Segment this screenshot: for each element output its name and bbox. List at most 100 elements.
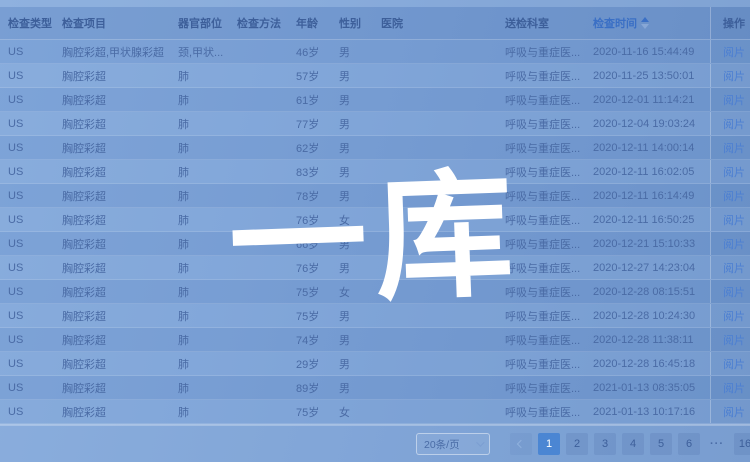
- cell-exam-type: US: [0, 358, 54, 370]
- cell-department: 呼吸与重症医...: [497, 68, 585, 84]
- read-film-link[interactable]: 阅片: [719, 284, 745, 300]
- cell-exam-item: 胸腔彩超: [54, 284, 170, 300]
- table-row: US 胸腔彩超 肺 61岁 男 呼吸与重症医... 2020-12-01 11:…: [0, 88, 750, 112]
- read-film-link[interactable]: 阅片: [719, 212, 745, 228]
- read-film-link[interactable]: 阅片: [719, 140, 745, 156]
- cell-gender: 男: [331, 332, 373, 348]
- cell-action: 阅片: [710, 256, 750, 279]
- cell-gender: 男: [331, 356, 373, 372]
- cell-organ-part: 肺: [170, 236, 229, 252]
- cell-action: 阅片: [710, 328, 750, 351]
- cell-gender: 男: [331, 236, 373, 252]
- cell-exam-type: US: [0, 214, 54, 226]
- page-button-5[interactable]: 5: [650, 433, 672, 455]
- cell-exam-time: 2020-12-11 16:14:49: [585, 190, 710, 202]
- cell-exam-item: 胸腔彩超: [54, 140, 170, 156]
- prev-page-button[interactable]: [510, 433, 532, 455]
- read-film-link[interactable]: 阅片: [719, 260, 745, 276]
- table-row: US 胸腔彩超 肺 57岁 男 呼吸与重症医... 2020-11-25 13:…: [0, 64, 750, 88]
- cell-gender: 男: [331, 380, 373, 396]
- cell-action: 阅片: [710, 136, 750, 159]
- cell-action: 阅片: [710, 208, 750, 231]
- cell-action: 阅片: [710, 280, 750, 303]
- pager: 20条/页 1 2 3 4 5 6 ··· 16: [416, 433, 750, 455]
- table-row: US 胸腔彩超 肺 29岁 男 呼吸与重症医... 2020-12-28 16:…: [0, 352, 750, 376]
- table-row: US 胸腔彩超 肺 75岁 女 呼吸与重症医... 2020-12-28 08:…: [0, 280, 750, 304]
- read-film-link[interactable]: 阅片: [719, 188, 745, 204]
- cell-department: 呼吸与重症医...: [497, 188, 585, 204]
- page-size-select[interactable]: 20条/页: [416, 433, 490, 455]
- more-pages-ellipsis[interactable]: ···: [706, 433, 728, 455]
- cell-exam-type: US: [0, 262, 54, 274]
- read-film-link[interactable]: 阅片: [719, 92, 745, 108]
- page-button-1[interactable]: 1: [538, 433, 560, 455]
- cell-organ-part: 肺: [170, 140, 229, 156]
- page-button-2[interactable]: 2: [566, 433, 588, 455]
- cell-exam-time: 2020-12-27 14:23:04: [585, 262, 710, 274]
- cell-department: 呼吸与重症医...: [497, 140, 585, 156]
- cell-exam-item: 胸腔彩超,甲状腺彩超: [54, 44, 170, 60]
- page-button-6[interactable]: 6: [678, 433, 700, 455]
- page-button-last[interactable]: 16: [734, 433, 750, 455]
- read-film-link[interactable]: 阅片: [719, 332, 745, 348]
- read-film-link[interactable]: 阅片: [719, 116, 745, 132]
- cell-organ-part: 肺: [170, 188, 229, 204]
- read-film-link[interactable]: 阅片: [719, 236, 745, 252]
- read-film-link[interactable]: 阅片: [719, 380, 745, 396]
- table-row: US 胸腔彩超 肺 75岁 男 呼吸与重症医... 2020-12-28 10:…: [0, 304, 750, 328]
- cell-department: 呼吸与重症医...: [497, 284, 585, 300]
- cell-organ-part: 肺: [170, 332, 229, 348]
- cell-department: 呼吸与重症医...: [497, 380, 585, 396]
- read-film-link[interactable]: 阅片: [719, 356, 745, 372]
- cell-age: 75岁: [288, 284, 331, 300]
- chevron-down-icon: [476, 438, 484, 446]
- column-header-exam-item: 检查项目: [54, 15, 170, 31]
- cell-exam-type: US: [0, 142, 54, 154]
- cell-exam-time: 2020-11-25 13:50:01: [585, 70, 710, 82]
- cell-exam-item: 胸腔彩超: [54, 356, 170, 372]
- table-header-row: 检查类型 检查项目 器官部位 检查方法 年龄 性别 医院 送检科室 检查时间 操…: [0, 7, 750, 40]
- read-film-link[interactable]: 阅片: [719, 308, 745, 324]
- table-row: US 胸腔彩超 肺 77岁 男 呼吸与重症医... 2020-12-04 19:…: [0, 112, 750, 136]
- cell-gender: 女: [331, 284, 373, 300]
- cell-age: 61岁: [288, 92, 331, 108]
- sort-descending-icon: [641, 24, 649, 29]
- sort-caret-icon[interactable]: [641, 17, 649, 29]
- cell-exam-item: 胸腔彩超: [54, 68, 170, 84]
- read-film-link[interactable]: 阅片: [719, 68, 745, 84]
- cell-age: 76岁: [288, 212, 331, 228]
- cell-department: 呼吸与重症医...: [497, 356, 585, 372]
- column-header-exam-type: 检查类型: [0, 15, 54, 31]
- column-header-hospital: 医院: [373, 15, 497, 31]
- cell-organ-part: 肺: [170, 92, 229, 108]
- read-film-link[interactable]: 阅片: [719, 404, 745, 420]
- cell-gender: 男: [331, 92, 373, 108]
- cell-gender: 女: [331, 404, 373, 420]
- cell-department: 呼吸与重症医...: [497, 92, 585, 108]
- cell-organ-part: 肺: [170, 404, 229, 420]
- page-top-margin: [0, 0, 750, 7]
- table-body: US 胸腔彩超,甲状腺彩超 颈,甲状... 46岁 男 呼吸与重症医... 20…: [0, 40, 750, 425]
- cell-organ-part: 肺: [170, 68, 229, 84]
- cell-age: 75岁: [288, 404, 331, 420]
- cell-exam-item: 胸腔彩超: [54, 92, 170, 108]
- read-film-link[interactable]: 阅片: [719, 164, 745, 180]
- page-button-3[interactable]: 3: [594, 433, 616, 455]
- chevron-left-icon: [517, 440, 525, 448]
- cell-age: 78岁: [288, 188, 331, 204]
- cell-action: 阅片: [710, 40, 750, 63]
- cell-exam-time: 2020-12-01 11:14:21: [585, 94, 710, 106]
- cell-gender: 男: [331, 164, 373, 180]
- cell-exam-item: 胸腔彩超: [54, 164, 170, 180]
- cell-exam-time: 2020-12-11 14:00:14: [585, 142, 710, 154]
- cell-department: 呼吸与重症医...: [497, 212, 585, 228]
- cell-department: 呼吸与重症医...: [497, 236, 585, 252]
- column-header-exam-time[interactable]: 检查时间: [585, 15, 710, 31]
- action-label: 操作: [719, 15, 745, 31]
- read-film-link[interactable]: 阅片: [719, 44, 745, 60]
- cell-gender: 男: [331, 44, 373, 60]
- cell-organ-part: 肺: [170, 356, 229, 372]
- table-row: US 胸腔彩超 肺 89岁 男 呼吸与重症医... 2021-01-13 08:…: [0, 376, 750, 400]
- page-button-4[interactable]: 4: [622, 433, 644, 455]
- cell-exam-type: US: [0, 406, 54, 418]
